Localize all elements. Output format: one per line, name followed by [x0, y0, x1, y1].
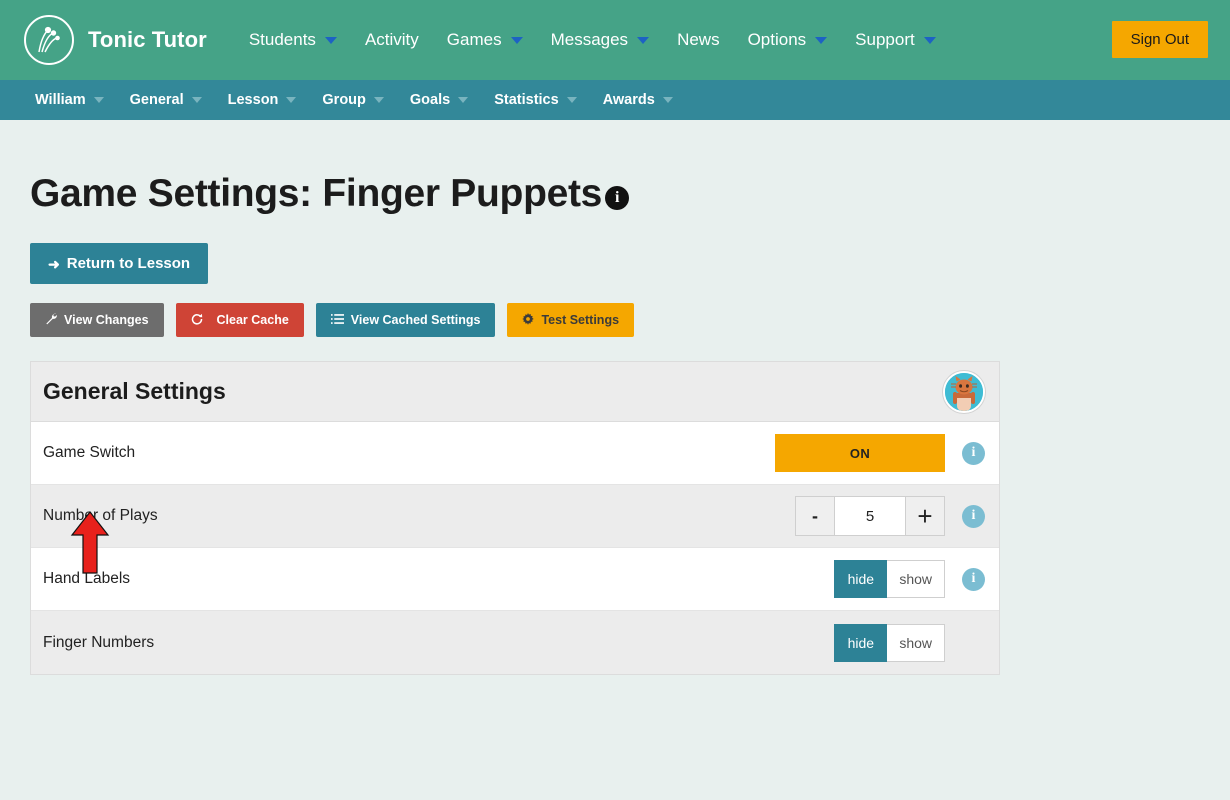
subnav-label: Statistics: [494, 92, 559, 108]
main-navigation: Students Activity Games Messages News Op…: [235, 24, 950, 56]
main-header: Tonic Tutor Students Activity Games Mess…: [0, 0, 1230, 80]
chevron-down-icon: [324, 36, 337, 44]
card-heading: General Settings: [43, 378, 226, 404]
test-settings-button[interactable]: Test Settings: [507, 303, 635, 337]
chevron-down-icon: [458, 97, 469, 103]
setting-control: hide show i: [834, 560, 985, 598]
toggle-option-show[interactable]: show: [887, 623, 945, 662]
setting-label: Number of Plays: [43, 507, 158, 524]
brand-name[interactable]: Tonic Tutor: [88, 27, 207, 53]
table-row: Game Switch ON i: [31, 422, 999, 485]
setting-label: Hand Labels: [43, 570, 131, 587]
nav-item-options[interactable]: Options: [734, 24, 842, 56]
chevron-down-icon: [93, 97, 104, 103]
table-row: Number of Plays - + i: [31, 485, 999, 548]
page-title-text: Game Settings: Finger Puppets: [30, 172, 603, 215]
nav-label: Students: [248, 30, 316, 49]
setting-label: Game Switch: [43, 444, 136, 461]
arrow-left-icon: ➜: [48, 255, 60, 272]
subnav-item-statistics[interactable]: Statistics: [481, 88, 589, 112]
setting-control: ON i: [775, 434, 985, 472]
subnav-item-general[interactable]: General: [117, 88, 215, 112]
button-label: Clear Cache: [216, 313, 289, 327]
list-icon: [330, 313, 344, 327]
card-header: General Settings: [31, 362, 999, 422]
refresh-icon: [191, 313, 203, 327]
setting-control: hide show: [834, 623, 985, 662]
general-settings-card: General Settings Game Switch ON i Number…: [30, 361, 1000, 675]
info-circle-icon[interactable]: i: [605, 186, 630, 210]
subnav-item-awards[interactable]: Awards: [590, 88, 686, 112]
button-label: Test Settings: [541, 313, 620, 327]
nav-item-support[interactable]: Support: [841, 24, 950, 56]
return-to-lesson-button[interactable]: ➜ Return to Lesson: [30, 243, 209, 284]
nav-label: Games: [446, 30, 502, 49]
chevron-down-icon: [373, 97, 384, 103]
clear-cache-button[interactable]: Clear Cache: [175, 303, 304, 337]
subnav-label: Group: [322, 92, 366, 108]
page-title: Game Settings: Finger Puppets i: [30, 172, 1200, 216]
toggle-option-hide[interactable]: hide: [834, 623, 888, 662]
cat-puppet-avatar[interactable]: [943, 370, 985, 413]
nav-item-students[interactable]: Students: [235, 24, 351, 56]
stepper-increment-button[interactable]: +: [905, 496, 945, 536]
hand-labels-toggle: hide show: [834, 560, 945, 598]
table-row: Finger Numbers hide show: [31, 611, 999, 674]
subnav-label: Goals: [409, 92, 451, 108]
setting-control: - + i: [795, 496, 985, 536]
nav-label: News: [677, 30, 720, 49]
subnav-label: Awards: [602, 92, 655, 108]
nav-item-messages[interactable]: Messages: [537, 24, 663, 56]
finger-numbers-toggle: hide show: [834, 623, 945, 662]
chevron-down-icon: [815, 36, 828, 44]
stepper-decrement-button[interactable]: -: [795, 496, 835, 536]
subnav-item-lesson[interactable]: Lesson: [215, 88, 310, 112]
tonic-tutor-logo-icon[interactable]: [24, 15, 74, 65]
sign-out-button[interactable]: Sign Out: [1111, 21, 1208, 58]
nav-label: Activity: [364, 30, 419, 49]
chevron-down-icon: [566, 97, 577, 103]
wrench-icon: [45, 313, 57, 327]
button-label: Return to Lesson: [66, 255, 191, 272]
nav-item-news[interactable]: News: [663, 24, 734, 56]
subnav-item-william[interactable]: William: [22, 88, 117, 112]
chevron-down-icon: [923, 36, 936, 44]
subnav-label: General: [129, 92, 184, 108]
quantity-stepper: - +: [795, 496, 945, 536]
secondary-navigation: William General Lesson Group Goals Stati…: [0, 80, 1230, 120]
chevron-down-icon: [191, 97, 202, 103]
nav-label: Messages: [550, 30, 629, 49]
gear-icon: [522, 313, 535, 327]
game-switch-toggle[interactable]: ON: [775, 434, 945, 472]
chevron-down-icon: [510, 36, 523, 44]
chevron-down-icon: [637, 36, 650, 44]
action-button-row: View Changes Clear Cache View Cached Set…: [30, 303, 1200, 337]
subnav-label: Lesson: [227, 92, 279, 108]
subnav-item-group[interactable]: Group: [309, 88, 397, 112]
button-label: View Changes: [64, 313, 149, 327]
chevron-down-icon: [662, 97, 673, 103]
nav-item-activity[interactable]: Activity: [351, 24, 433, 56]
nav-item-games[interactable]: Games: [433, 24, 537, 56]
chevron-down-icon: [286, 97, 297, 103]
table-row: Hand Labels hide show i: [31, 548, 999, 611]
setting-label: Finger Numbers: [43, 633, 155, 651]
number-of-plays-input[interactable]: [835, 496, 905, 536]
info-icon[interactable]: i: [962, 567, 985, 591]
subnav-item-goals[interactable]: Goals: [397, 88, 481, 112]
toggle-option-hide[interactable]: hide: [834, 560, 888, 598]
view-cached-settings-button[interactable]: View Cached Settings: [315, 303, 496, 337]
subnav-label: William: [35, 92, 86, 108]
view-changes-button[interactable]: View Changes: [30, 303, 164, 337]
info-icon[interactable]: i: [962, 441, 985, 465]
info-icon[interactable]: i: [962, 504, 985, 528]
button-label: View Cached Settings: [350, 313, 481, 327]
nav-label: Support: [855, 30, 915, 49]
page-content: Game Settings: Finger Puppets i ➜ Return…: [0, 172, 1230, 675]
toggle-option-show[interactable]: show: [887, 560, 945, 598]
nav-label: Options: [747, 30, 807, 49]
